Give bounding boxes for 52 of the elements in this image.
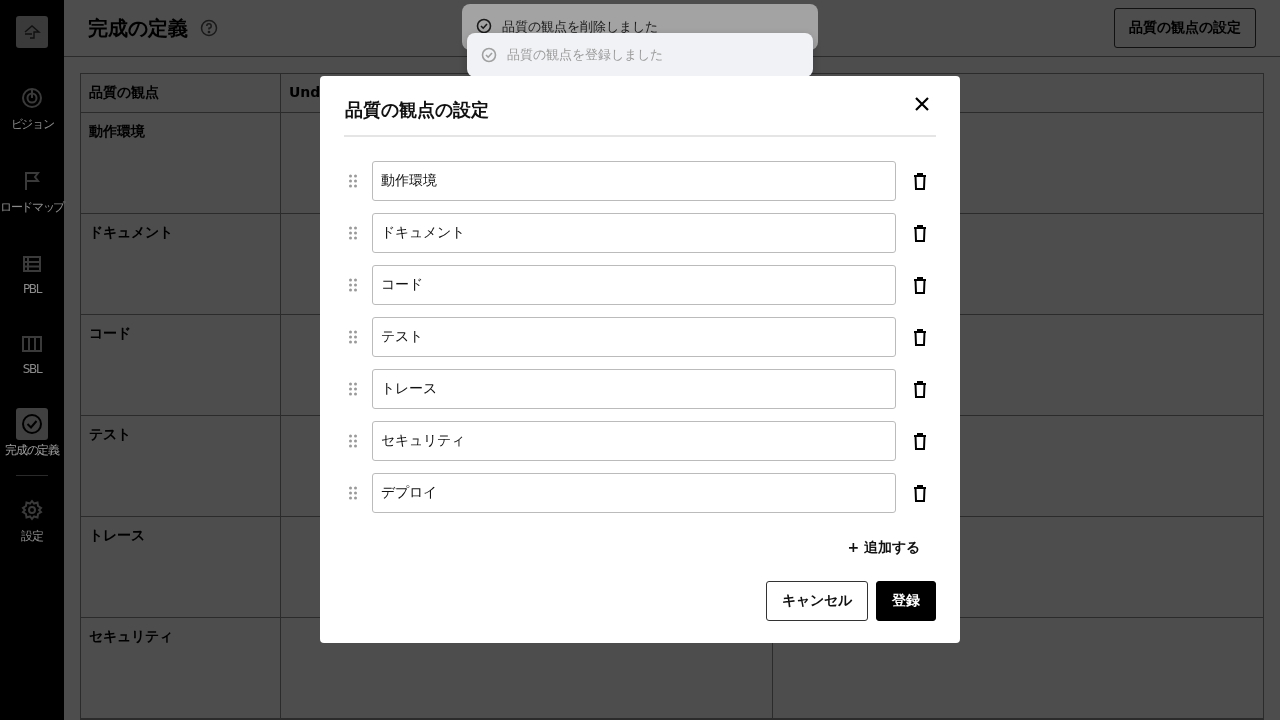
input-field[interactable]: テスト	[372, 317, 896, 357]
close-icon[interactable]	[914, 95, 930, 112]
input-field[interactable]: ドキュメント	[372, 213, 896, 253]
sidebar-item[interactable]: PBL	[0, 248, 64, 296]
sidebar-item[interactable]: SBL	[0, 328, 64, 376]
check-circle-icon	[21, 413, 43, 435]
sidebar-item[interactable]: 完成の定義	[0, 408, 64, 459]
toast-message: 品質の観点を削除しました	[502, 18, 658, 36]
page-title: 完成の定義	[88, 14, 188, 42]
input-field[interactable]: セキュリティ	[372, 421, 896, 461]
drag-handle-icon[interactable]	[348, 278, 358, 292]
column-header: 品質の観点	[89, 84, 159, 100]
trash-icon[interactable]	[913, 172, 927, 190]
trash-icon[interactable]	[913, 484, 927, 502]
cancel-button[interactable]: キャンセル	[766, 581, 868, 621]
table-cell: ドキュメント	[89, 224, 173, 240]
dialog-title: 品質の観点の設定	[345, 97, 489, 122]
trash-icon[interactable]	[913, 380, 927, 398]
drag-handle-icon[interactable]	[348, 382, 358, 396]
table-cell: セキュリティ	[89, 628, 173, 644]
drag-handle-icon[interactable]	[348, 174, 358, 188]
drag-handle-icon[interactable]	[348, 434, 358, 448]
columns-icon	[21, 333, 43, 355]
sidebar-item[interactable]: ビジョン	[0, 82, 64, 133]
logo-icon[interactable]	[16, 16, 48, 48]
table-cell: コード	[89, 325, 131, 341]
input-field[interactable]: 動作環境	[372, 161, 896, 201]
table-cell: テスト	[89, 426, 131, 442]
add-link[interactable]: + 追加する	[847, 539, 920, 557]
table-cell: 動作環境	[89, 123, 145, 139]
table-cell: トレース	[89, 527, 145, 543]
submit-button[interactable]: 登録	[876, 581, 936, 621]
toast-message: 品質の観点を登録しました	[507, 46, 663, 64]
help-icon[interactable]	[200, 19, 218, 37]
sidebar-item[interactable]: ロードマップ	[0, 165, 64, 216]
trash-icon[interactable]	[913, 328, 927, 346]
trash-icon[interactable]	[913, 224, 927, 242]
column-header: Und	[289, 84, 321, 100]
input-field[interactable]: コード	[372, 265, 896, 305]
list-icon	[21, 253, 43, 275]
input-field[interactable]: トレース	[372, 369, 896, 409]
check-circle-icon	[476, 18, 492, 34]
drag-handle-icon[interactable]	[348, 226, 358, 240]
drag-handle-icon[interactable]	[348, 486, 358, 500]
input-field[interactable]: デプロイ	[372, 473, 896, 513]
trash-icon[interactable]	[913, 276, 927, 294]
settings-icon	[21, 499, 43, 521]
trash-icon[interactable]	[913, 432, 927, 450]
target-icon	[21, 87, 43, 109]
check-circle-icon	[481, 47, 497, 63]
drag-handle-icon[interactable]	[348, 330, 358, 344]
sidebar-item[interactable]: 設定	[0, 494, 64, 545]
